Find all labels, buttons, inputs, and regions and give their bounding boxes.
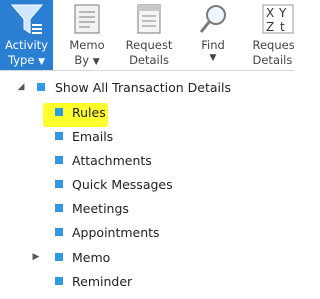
memo-icon: [72, 3, 102, 38]
request-details-sort-label-1: Reques: [252, 38, 295, 52]
node-square-icon: [55, 180, 63, 188]
tree-item-quick-messages[interactable]: Quick Messages: [0, 175, 294, 195]
memo-by-label-1: Memo: [69, 38, 105, 52]
node-square-icon: [55, 108, 63, 116]
tree-root-show-all[interactable]: ◢ Show All Transaction Details: [0, 78, 294, 98]
tree-item-label: Reminder: [72, 274, 133, 289]
request-details-sort-label-2: Details: [252, 53, 293, 67]
tree-item-rules[interactable]: Rules: [0, 103, 294, 127]
expand-arrow-icon[interactable]: ▶: [31, 251, 41, 263]
node-square-icon: [37, 83, 45, 91]
node-square-icon: [55, 277, 63, 285]
tree-item-attachments[interactable]: Attachments: [0, 151, 294, 171]
tree-item-meetings[interactable]: Meetings: [0, 199, 294, 219]
ribbon-toolbar: Activity Type ▼ Memo By ▼ Request Detail…: [0, 0, 294, 71]
request-details-label-1: Request: [125, 38, 173, 52]
request-details-icon: [134, 3, 164, 38]
tree-item-label: Appointments: [72, 225, 160, 240]
activity-type-label-1: Activity: [4, 38, 48, 52]
node-square-icon: [55, 228, 63, 236]
tree-item-label: Rules: [72, 105, 106, 120]
dropdown-arrow-icon: ▼: [38, 57, 45, 67]
tree-item-emails[interactable]: Emails: [0, 127, 294, 147]
sort-icon-letter-z: Z: [266, 20, 274, 34]
activity-type-button[interactable]: Activity Type ▼: [0, 0, 53, 70]
node-square-icon: [55, 204, 63, 212]
sort-xyz-icon: X Y Z t: [262, 3, 294, 38]
memo-by-button[interactable]: Memo By ▼: [61, 0, 113, 70]
tree-item-label: Memo: [72, 250, 111, 265]
dropdown-arrow-icon: ▼: [92, 57, 100, 67]
tree-root-label: Show All Transaction Details: [55, 80, 231, 95]
node-square-icon: [55, 253, 63, 261]
node-square-icon: [55, 156, 63, 164]
sort-icon-letter-x: X: [266, 6, 274, 20]
tree-item-memo[interactable]: ▶ Memo: [0, 248, 294, 268]
sort-icon-letter-y: Y: [278, 6, 287, 20]
funnel-icon: [10, 3, 44, 38]
find-label: Find: [201, 38, 225, 52]
node-square-icon: [55, 132, 63, 140]
activity-type-label-2: Type: [8, 53, 35, 67]
tree-item-appointments[interactable]: Appointments: [0, 223, 294, 243]
sort-icon-letter-t: t: [280, 20, 285, 34]
tree-item-label: Meetings: [72, 201, 129, 216]
dropdown-arrow-icon: ▼: [209, 53, 217, 63]
find-button[interactable]: Find ▼: [187, 0, 239, 70]
memo-by-label-2: By: [74, 53, 90, 67]
tree-item-label: Quick Messages: [72, 177, 173, 192]
magnifier-icon: [198, 3, 228, 38]
collapse-expander-icon[interactable]: ◢: [16, 81, 26, 93]
tree-item-reminder[interactable]: Reminder: [0, 272, 294, 292]
request-details-label-2: Details: [129, 53, 169, 67]
tree-item-label: Emails: [72, 129, 114, 144]
request-details-sort-button[interactable]: X Y Z t Reques Details: [248, 0, 294, 70]
request-details-button[interactable]: Request Details: [117, 0, 181, 70]
tree-item-label: Attachments: [72, 153, 152, 168]
